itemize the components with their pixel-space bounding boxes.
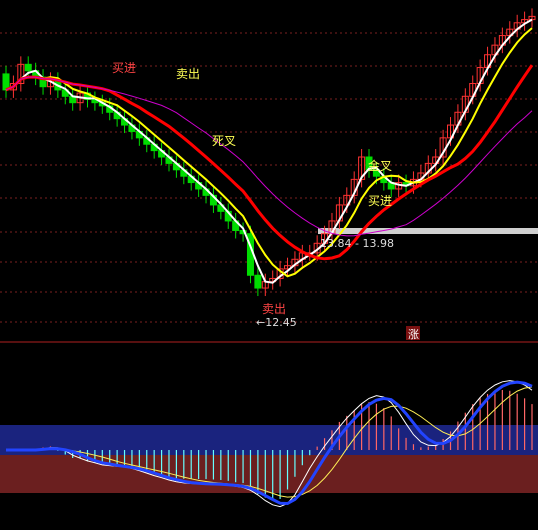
annotation-label-3: 死叉 <box>212 134 236 148</box>
annotation-label-2: 卖出 <box>176 67 200 81</box>
range-price-label: 13.84 - 13.98 <box>320 237 394 250</box>
ma-line-6 <box>5 27 533 278</box>
annotation-label-1: 买进 <box>112 61 136 75</box>
chart-svg: 买进 卖出死叉卖出买进金叉←12.4513.84 - 13.98涨 <box>0 8 538 508</box>
annotation-label-4: 卖出 <box>262 302 286 316</box>
price-band <box>318 228 538 234</box>
moving-averages <box>5 18 534 284</box>
annotation-label-6: 金叉 <box>368 158 392 173</box>
oscillator-band-top <box>0 425 538 455</box>
grid <box>0 32 538 343</box>
candle-body-35 <box>254 274 262 289</box>
rise-badge: 涨 <box>408 328 419 341</box>
oscillator-panel <box>0 380 538 508</box>
candles <box>2 8 536 297</box>
stock-chart: 买进 卖出 死叉 卖出 买进 金叉 ←12.45 13.84 - 13.98 涨 <box>0 0 538 526</box>
candle-body-4 <box>24 63 32 72</box>
annotation-label-5: 买进 <box>368 194 392 208</box>
annotations: 买进 卖出死叉卖出买进金叉←12.4513.84 - 13.98涨 <box>112 61 420 341</box>
ma-line-22 <box>5 76 533 237</box>
low-price-label: ←12.45 <box>256 316 297 329</box>
oscillator-band-bottom <box>0 455 538 493</box>
